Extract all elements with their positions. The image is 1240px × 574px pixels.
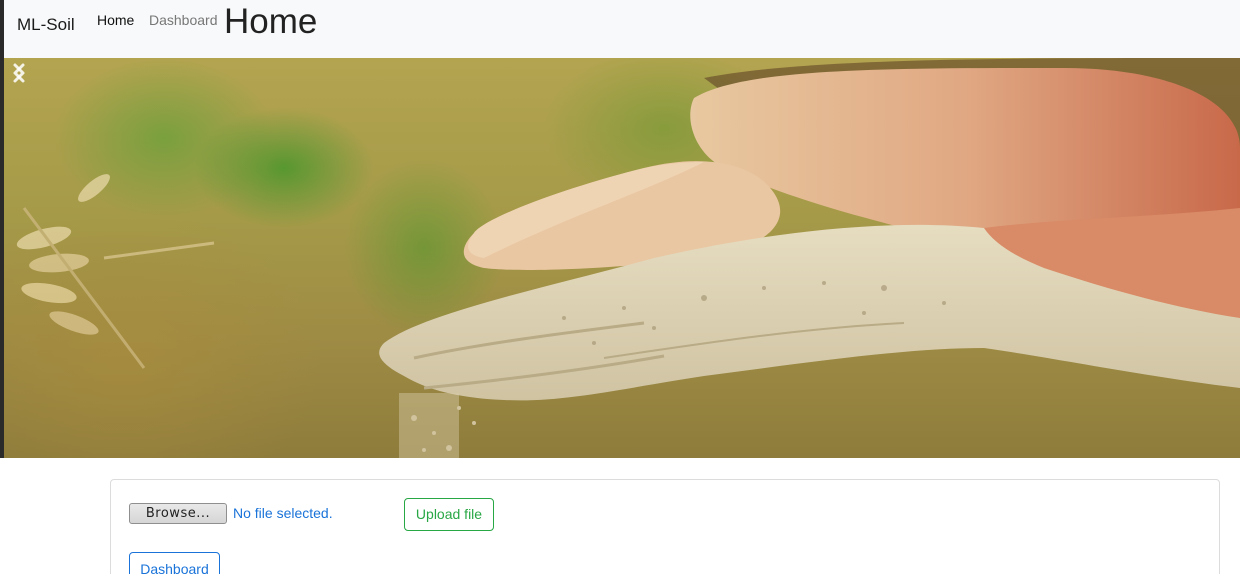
upload-file-button[interactable]: Upload file [404, 498, 494, 531]
brand-logo[interactable]: ML-Soil [17, 15, 75, 35]
page-title: Home [224, 2, 318, 41]
nav-link-dashboard[interactable]: Dashboard [149, 12, 218, 28]
hand-illustration [16, 58, 1240, 458]
browse-button[interactable]: Browse... [129, 503, 227, 524]
image-carousel[interactable] [4, 58, 1240, 458]
nav-link-home[interactable]: Home [97, 12, 134, 28]
upload-card [110, 479, 1220, 574]
chevron-right-icon[interactable] [4, 58, 34, 88]
page: ML-Soil Home Dashboard Home Browse... No… [0, 0, 1240, 574]
dashboard-button[interactable]: Dashboard [129, 552, 220, 574]
navbar: ML-Soil Home Dashboard Home [0, 0, 1240, 58]
file-status-text: No file selected. [233, 505, 333, 521]
